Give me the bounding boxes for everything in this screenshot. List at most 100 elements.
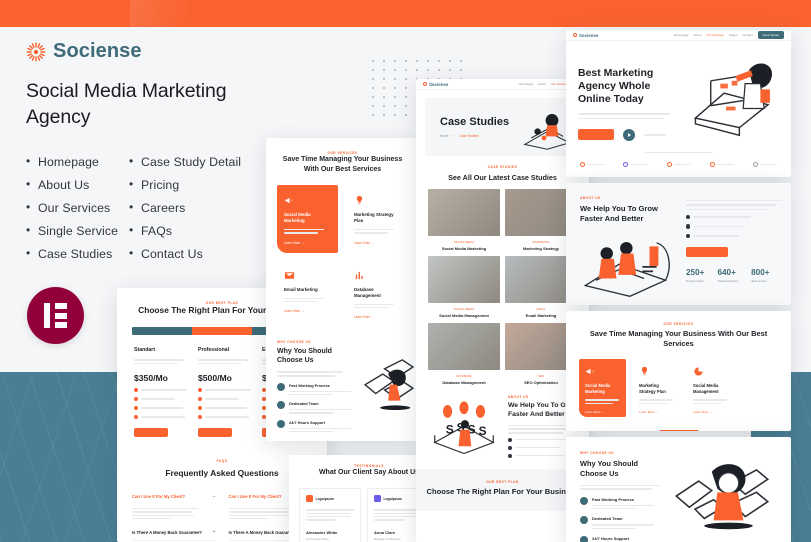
service-card[interactable]: Social Media Management Learn More → xyxy=(687,359,734,421)
case-pricing-strip: OUR BEST PLAN Choose The Right Plan For … xyxy=(416,469,589,512)
pricing-plan-button[interactable] xyxy=(134,427,168,437)
why-row-title: Dedicated Team xyxy=(289,401,319,407)
pricing-plan[interactable]: Professional $500/Mo xyxy=(198,347,251,437)
page-list-item[interactable]: Contact Us xyxy=(129,242,241,265)
pricing-plan-name: Standart xyxy=(134,347,156,354)
decorative-line xyxy=(289,412,333,414)
decorative-line xyxy=(132,511,192,513)
case-card[interactable]: SOCIAL MEDIA Social Media Marketing xyxy=(428,189,500,251)
service-card[interactable]: Email Marketing Learn More → xyxy=(277,260,338,327)
pricing-plan-name: Professional xyxy=(198,347,230,354)
decorative-line xyxy=(592,507,636,510)
page-list-item[interactable]: Pricing xyxy=(129,173,241,196)
service-card[interactable]: Marketing Strategy Plan Learn More → xyxy=(633,359,680,421)
svg-text:S: S xyxy=(479,424,487,438)
about-cta-button[interactable] xyxy=(686,247,728,258)
service-card-link[interactable]: Learn More → xyxy=(354,241,401,245)
page-list-item[interactable]: Careers xyxy=(129,196,241,219)
service-card-link[interactable]: Learn More → xyxy=(284,309,331,313)
page-list-item[interactable]: Homepage xyxy=(26,150,129,173)
case-card-image xyxy=(428,256,500,303)
screenshot-about[interactable]: ABOUT US We Help You To Grow Faster And … xyxy=(566,183,791,305)
why-row: 24/7 Hours Support xyxy=(277,419,355,433)
screenshot-services[interactable]: OUR SERVICES Save Time Managing Your Bus… xyxy=(566,311,791,431)
why-row: Dedicated Team xyxy=(580,516,664,529)
page-list-item[interactable]: About Us xyxy=(26,173,129,196)
play-icon[interactable] xyxy=(623,128,635,141)
screenshot-homepage-hero[interactable]: Sociense Homepage About Our Services Pages C… xyxy=(566,30,791,177)
case-nav[interactable]: Sociense HomepageAboutOur ServicesPages xyxy=(416,79,589,90)
service-card[interactable]: Marketing Strategy Plan Learn More → xyxy=(347,185,408,252)
why2-eyebrow: WHY CHOOSE US xyxy=(277,340,311,345)
decorative-line xyxy=(284,229,324,231)
hero-nav[interactable]: Sociense Homepage About Our Services Pages C… xyxy=(566,30,791,41)
check-dot-icon xyxy=(134,414,138,419)
about-bullet xyxy=(686,214,782,220)
service-card[interactable]: Social Media Marketing Learn More → xyxy=(579,358,626,417)
decorative-line xyxy=(592,527,636,529)
decorative-line xyxy=(141,389,187,391)
case-card-category: SOCIAL MEDIA xyxy=(453,307,475,311)
case-nav-link[interactable]: About xyxy=(538,82,546,86)
decorative-line xyxy=(132,514,194,516)
case-nav-brand: Sociense xyxy=(429,81,449,87)
hero-primary-button[interactable] xyxy=(578,129,614,141)
why-row: Fast Working Process xyxy=(277,382,355,396)
page-list-item[interactable]: Our Services xyxy=(26,196,129,219)
page-list-item[interactable]: Case Studies xyxy=(26,242,129,265)
pricing-plan-button[interactable] xyxy=(198,427,232,437)
hero-nav-cta-button[interactable]: Get A Quote xyxy=(757,31,784,39)
service-card-link[interactable]: Learn More → xyxy=(639,410,674,414)
decorative-line xyxy=(760,163,777,166)
case-nav-link[interactable]: Homepage xyxy=(519,82,534,86)
check-dot-icon xyxy=(198,405,202,410)
services-see-all-button[interactable] xyxy=(658,429,699,431)
pricing-plan[interactable]: Standart $350/Mo xyxy=(134,347,187,437)
screenshot-case-studies[interactable]: Sociense HomepageAboutOur ServicesPages … xyxy=(416,79,589,542)
testimonial-card[interactable]: Logoipsum Alexander White Co-Founder Pixen xyxy=(299,488,361,542)
service-card-link[interactable]: Learn More → xyxy=(585,410,620,414)
services2-why-section: WHY CHOOSE US Why You Should Choose Us F… xyxy=(277,340,415,433)
hero-nav-logo[interactable]: Sociense xyxy=(573,33,598,38)
service-card[interactable]: Social Media Marketing Learn More → xyxy=(277,185,338,253)
service-card-link[interactable]: Learn More → xyxy=(354,315,401,319)
case-card[interactable]: SOCIAL MEDIA Social Media Management xyxy=(428,256,500,318)
faq-toggle-icon[interactable]: – xyxy=(213,494,216,500)
check-icon xyxy=(277,419,285,428)
about-illustration xyxy=(583,241,670,297)
sunburst-icon xyxy=(26,42,46,62)
why-row-body: Fast Working Process xyxy=(289,383,355,396)
case-eyebrow: CASE STUDIES xyxy=(487,165,518,169)
page-list-item[interactable]: FAQs xyxy=(129,219,241,242)
service-card[interactable]: Database Management Learn More → xyxy=(347,260,408,327)
breadcrumb-home[interactable]: Home xyxy=(440,134,449,138)
service-card-link[interactable]: Learn More → xyxy=(284,241,331,245)
case-card[interactable]: DATABASE Database Management xyxy=(428,323,500,385)
hero-nav-link[interactable]: Our Services xyxy=(706,33,723,37)
faq-toggle-icon[interactable]: + xyxy=(213,529,216,535)
testimonial-role: Co-Founder Pixen xyxy=(306,536,329,541)
faq-question[interactable]: Is There A Money Back Guarantee? + xyxy=(132,524,216,542)
faq-title: Frequently Asked Questions xyxy=(165,467,279,478)
service-card-link[interactable]: Learn More → xyxy=(693,410,728,414)
hero-play-label[interactable] xyxy=(644,134,666,136)
why-row: Fast Working Process xyxy=(580,496,664,510)
hero-nav-link[interactable]: Pages xyxy=(729,33,738,37)
hero-nav-link[interactable]: Homepage xyxy=(674,33,689,37)
check-icon xyxy=(277,382,285,391)
page-list-column-left: HomepageAbout UsOur ServicesSingle Servi… xyxy=(26,150,129,265)
why-row-body: Dedicated Team xyxy=(289,401,355,414)
case-nav-logo[interactable]: Sociense xyxy=(423,82,448,87)
service-card-title: Email Marketing xyxy=(284,286,318,292)
page-list-item[interactable]: Single Service xyxy=(26,219,129,242)
faq-question[interactable]: Can I Use It For My Client? – xyxy=(132,489,216,505)
screenshot-why-choose-us[interactable]: WHY CHOOSE US Why You Should Choose Us F… xyxy=(566,437,791,542)
page-list-column-right: Case Study DetailPricingCareersFAQsConta… xyxy=(129,150,241,265)
why2-illustration xyxy=(362,340,415,432)
page-list-item[interactable]: Case Study Detail xyxy=(129,150,241,173)
screenshot-services-detail[interactable]: OUR SERVICES Save Time Managing Your Bus… xyxy=(266,138,419,441)
hero-nav-links: Homepage About Our Services Pages Contact xyxy=(674,33,753,37)
hero-nav-link[interactable]: Contact xyxy=(742,33,752,37)
hero-nav-link[interactable]: About xyxy=(694,33,702,37)
decorative-line xyxy=(693,216,752,218)
